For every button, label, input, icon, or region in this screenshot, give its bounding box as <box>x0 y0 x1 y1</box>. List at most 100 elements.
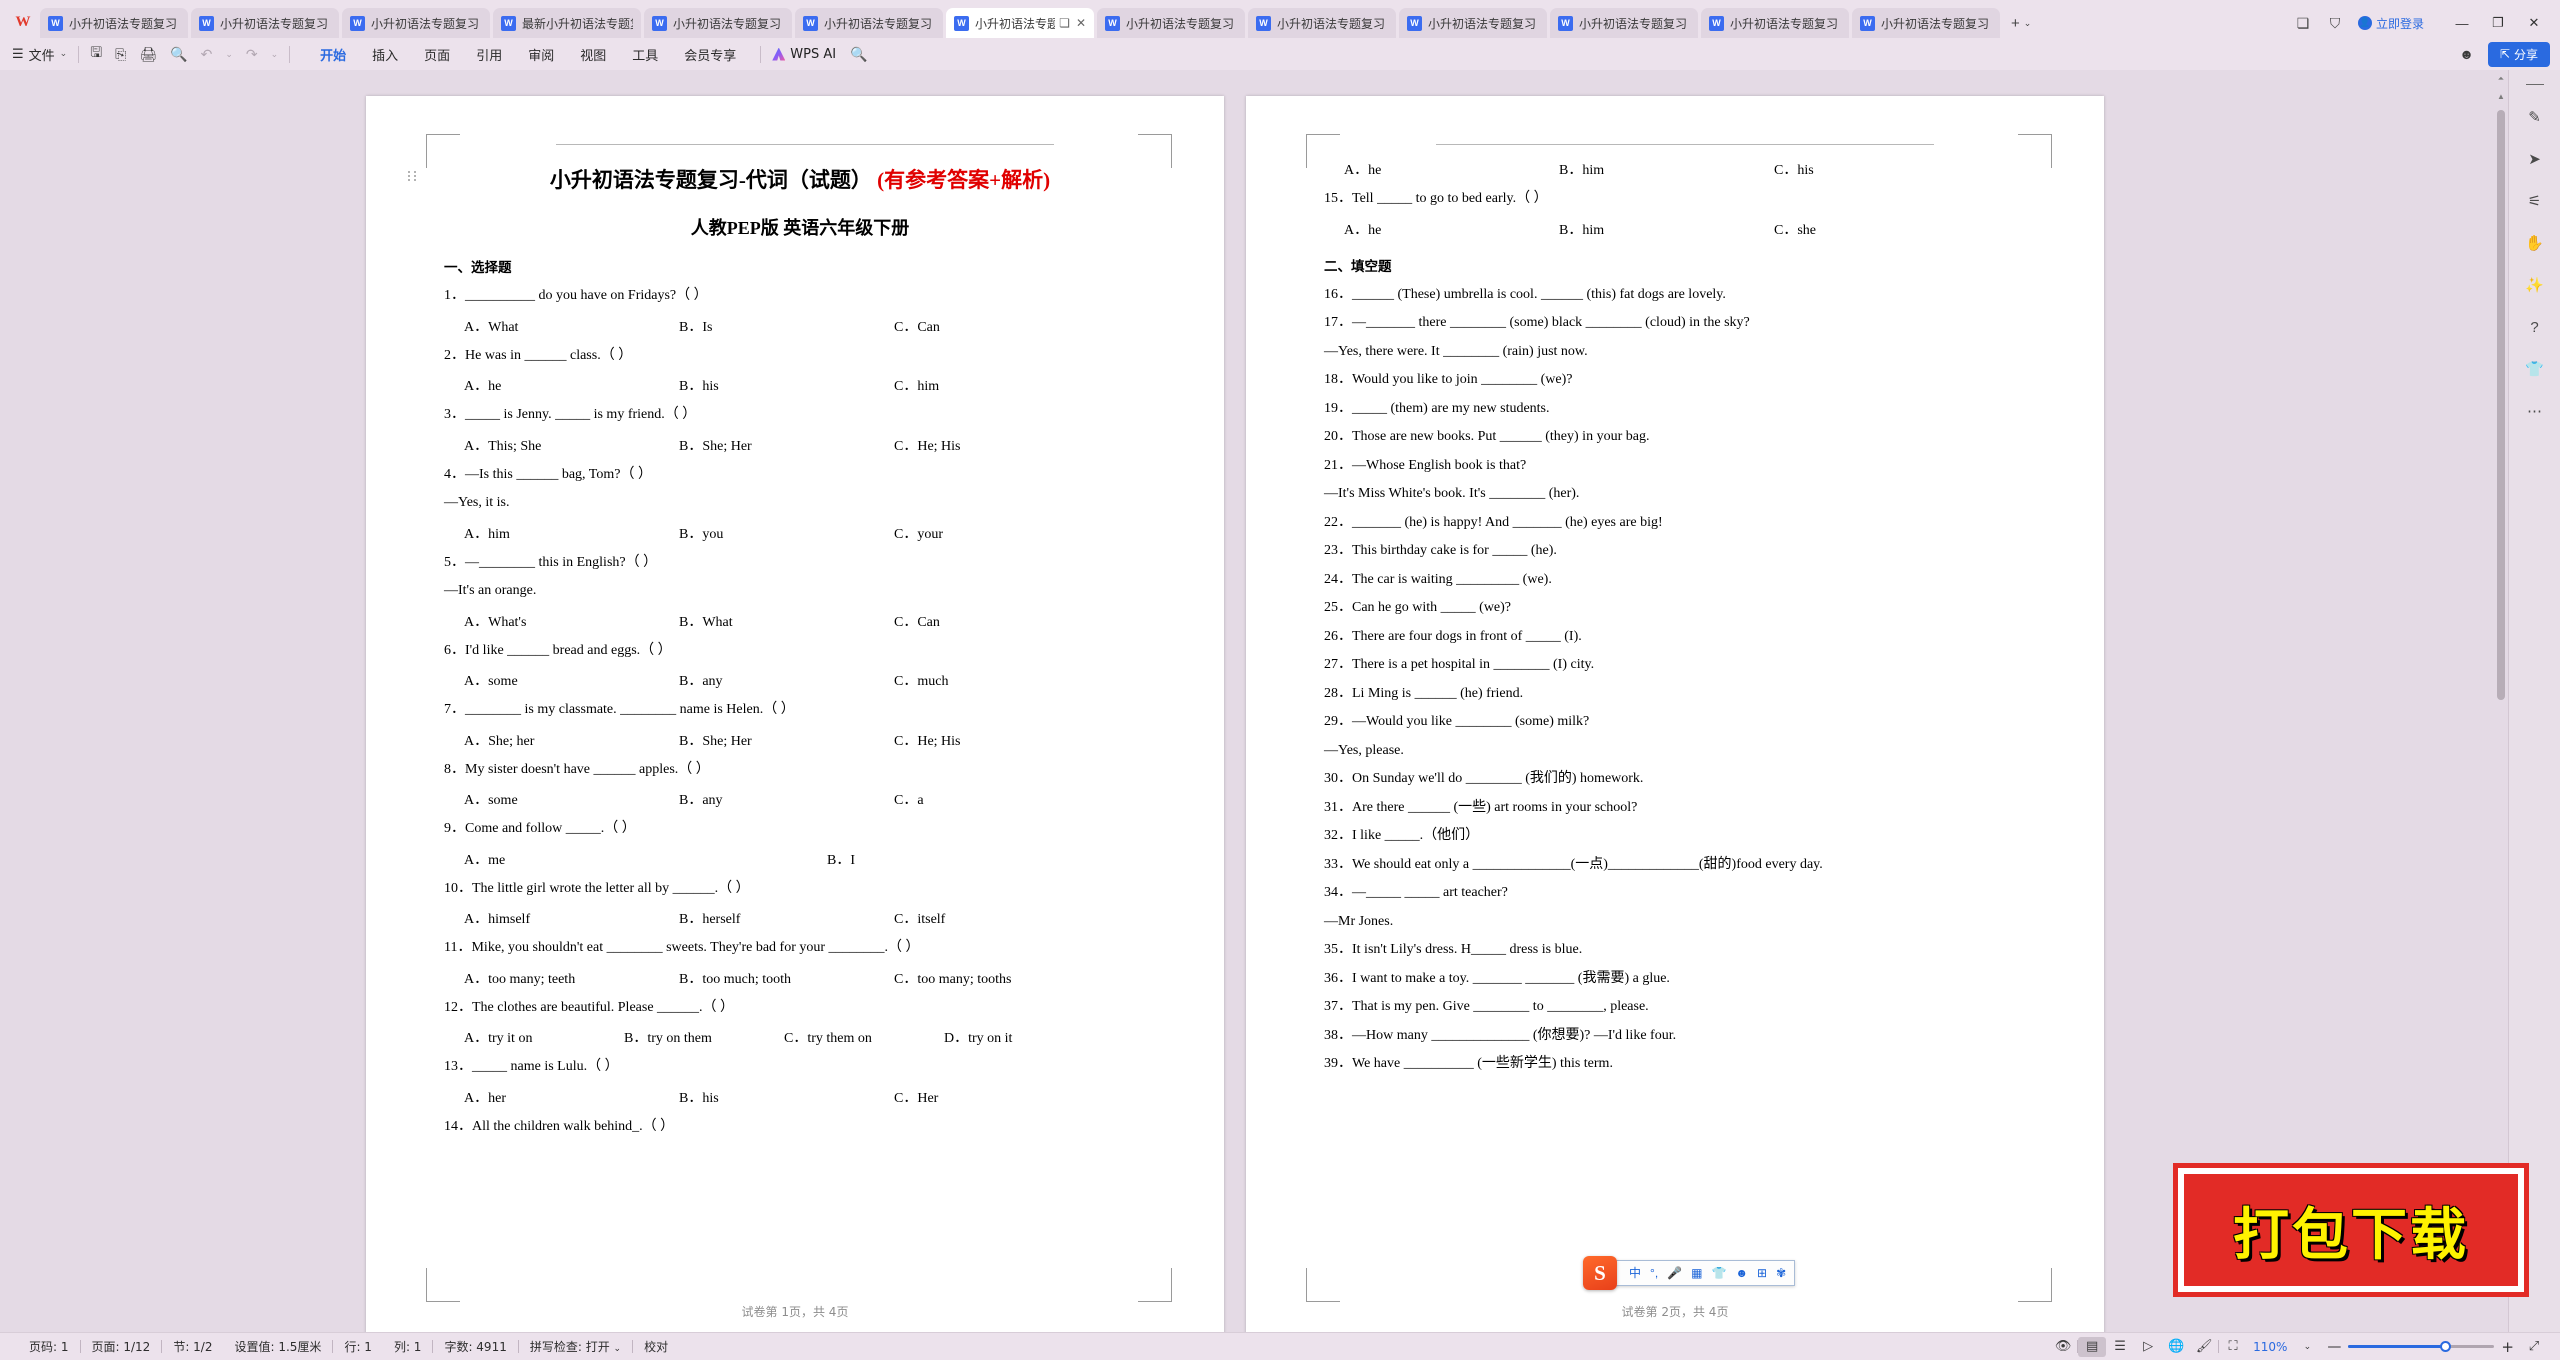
ribbon-tab-4[interactable]: 审阅 <box>515 42 567 67</box>
print-icon[interactable]: 🖨 <box>139 46 157 63</box>
tab-close-icon[interactable]: ✕ <box>1076 17 1086 29</box>
sliders-icon[interactable]: ⚟ <box>2523 191 2547 211</box>
tab-list-icon[interactable]: ❏ <box>2294 15 2312 32</box>
page-view-icon[interactable]: ▤ <box>2078 1336 2107 1357</box>
document-tab[interactable]: W小升初语法专题复习❏✕ <box>1399 8 1547 38</box>
ime-emoji-icon[interactable]: ☻ <box>1735 1267 1748 1279</box>
save-icon[interactable]: 🖫 <box>90 42 102 66</box>
zoom-in-button[interactable]: + <box>2501 1338 2514 1356</box>
plus-icon: + <box>2011 14 2020 32</box>
word-doc-icon: W <box>803 15 818 31</box>
document-tab[interactable]: W小升初语法专题复习❏✕ <box>1248 8 1396 38</box>
download-watermark[interactable]: 打包下载 <box>2173 1163 2529 1297</box>
fit-page-icon[interactable]: ⛶ <box>2219 1337 2247 1357</box>
ribbon-tab-5[interactable]: 视图 <box>567 42 619 67</box>
web-view-icon[interactable]: 🌐 <box>2162 1337 2190 1357</box>
status-view-controls: 👁 ▤ ☰ ▷ 🌐 🖌 ⛶ 110% ⌄ — + ⤢ <box>2049 1336 2560 1357</box>
status-word-count[interactable]: 字数: 4911 <box>433 1338 517 1355</box>
zoom-slider-track[interactable] <box>2348 1341 2495 1352</box>
tab-preview-icon[interactable]: ❏ <box>1059 17 1070 29</box>
zoom-level-label[interactable]: 110% <box>2247 1340 2293 1354</box>
pen-icon[interactable]: ✎ <box>2523 107 2547 127</box>
sogou-logo-icon[interactable]: S <box>1583 1256 1617 1290</box>
ribbon-right-actions: ☻ ⇱ 分享 <box>2459 41 2560 67</box>
ime-skin-icon[interactable]: 👕 <box>1711 1267 1726 1279</box>
comment-icon[interactable]: ☻ <box>2459 46 2474 62</box>
status-proofread[interactable]: 校对 <box>633 1338 679 1355</box>
shield-icon[interactable]: ⛉ <box>2326 15 2344 32</box>
ribbon-tab-3[interactable]: 引用 <box>463 42 515 67</box>
share-button[interactable]: ⇱ 分享 <box>2487 41 2550 67</box>
document-tab[interactable]: W小升初语法专题复习❏✕ <box>191 8 339 38</box>
window-restore-button[interactable]: ❐ <box>2480 8 2516 38</box>
document-tab[interactable]: W小升初语法专题复习❏✕ <box>795 8 943 38</box>
chevron-down-icon: ⌄ <box>2023 17 2032 28</box>
zoom-chevron-icon[interactable]: ⌄ <box>2293 1337 2321 1357</box>
zoom-slider[interactable]: — + <box>2321 1338 2520 1356</box>
fullscreen-icon[interactable]: ⤢ <box>2520 1337 2548 1357</box>
document-tab[interactable]: W小升初语法专题复习❏✕ <box>40 8 188 38</box>
scrollbar-thumb[interactable] <box>2497 110 2505 700</box>
document-page-1[interactable]: 小升初语法专题复习-代词（试题） (有参考答案+解析) 人教PEP版 英语六年级… <box>366 96 1224 1332</box>
zoom-out-button[interactable]: — <box>2327 1339 2341 1355</box>
cloud-save-icon[interactable]: ⎘ <box>115 46 126 63</box>
shirt-icon[interactable]: 👕 <box>2523 359 2547 379</box>
file-menu-button[interactable]: ☰ 文件 ⌄ <box>12 45 67 64</box>
ribbon-tab-7[interactable]: 会员专享 <box>671 42 749 67</box>
zoom-slider-knob[interactable] <box>2440 1341 2452 1352</box>
ime-settings-icon[interactable]: ✾ <box>1776 1267 1786 1279</box>
document-page-2[interactable]: A．he B．him C．his 15．Tell _____ to go to bed… <box>1246 96 2104 1332</box>
print-preview-icon[interactable]: 🔍 <box>170 46 187 63</box>
ime-toolbox-icon[interactable]: ⊞ <box>1757 1267 1767 1279</box>
ribbon-tab-2[interactable]: 页面 <box>411 42 463 67</box>
login-button[interactable]: 👤 立即登录 <box>2357 15 2424 32</box>
question-text: 8．My sister doesn't have ______ apples.（… <box>444 761 710 777</box>
ribbon-tab-0[interactable]: 开始 <box>307 42 359 73</box>
undo-icon[interactable]: ↶ <box>201 46 213 63</box>
option-row: A．he B．his C．him <box>444 375 1156 395</box>
paragraph-drag-handle[interactable] <box>408 168 418 184</box>
document-tab[interactable]: W小升初语法专题复习❏✕ <box>1097 8 1245 38</box>
scroll-top-icon[interactable]: ▲ <box>2494 92 2508 101</box>
option-b: B．you <box>679 526 724 542</box>
magic-wand-icon[interactable]: ✨ <box>2523 275 2547 295</box>
ime-microphone-icon[interactable]: 🎤 <box>1667 1267 1682 1279</box>
ime-keyboard-icon[interactable]: ▦ <box>1691 1267 1702 1279</box>
scroll-up-icon[interactable]: ⏶ <box>2494 74 2508 84</box>
document-tab[interactable]: W小升初语法专题复习❏✕ <box>1550 8 1698 38</box>
eye-icon[interactable]: 👁 <box>2049 1337 2077 1357</box>
ime-toolbar[interactable]: S 中 °, 🎤 ▦ 👕 ☻ ⊞ ✾ <box>1583 1256 1796 1290</box>
page-title: 小升初语法专题复习-代词（试题） (有参考答案+解析) <box>444 164 1156 194</box>
undo-chevron-icon[interactable]: ⌄ <box>225 49 233 60</box>
redo-icon[interactable]: ↷ <box>246 46 258 63</box>
window-close-button[interactable]: ✕ <box>2516 8 2552 38</box>
brush-icon[interactable]: 🖌 <box>2190 1337 2218 1357</box>
more-icon[interactable]: ⋯ <box>2523 401 2547 421</box>
help-icon[interactable]: ? <box>2523 317 2547 337</box>
outline-view-icon[interactable]: ☰ <box>2106 1337 2134 1357</box>
document-tab[interactable]: W小升初语法专题复习❏✕ <box>342 8 490 38</box>
option-row: A．her B．his C．Her <box>444 1087 1156 1107</box>
ime-punctuation-icon[interactable]: °, <box>1650 1267 1658 1279</box>
ribbon-tab-6[interactable]: 工具 <box>619 42 671 67</box>
ribbon-tab-1[interactable]: 插入 <box>359 42 411 67</box>
wps-ai-button[interactable]: WPS AI <box>772 47 836 62</box>
customize-chevron-icon[interactable]: ⌄ <box>271 49 279 60</box>
hand-icon[interactable]: ✋ <box>2523 233 2547 253</box>
option-b: B．She; Her <box>679 733 752 749</box>
search-icon[interactable]: 🔍 <box>850 46 867 63</box>
document-workspace[interactable]: 小升初语法专题复习-代词（试题） (有参考答案+解析) 人教PEP版 英语六年级… <box>0 70 2560 1332</box>
document-tab[interactable]: W小升初语法专题复习❏✕ <box>1852 8 2000 38</box>
document-tab[interactable]: W小升初语法专题复习❏✕ <box>1701 8 1849 38</box>
document-tab[interactable]: W小升初语法专题复习❏✕ <box>946 8 1094 38</box>
new-tab-button[interactable]: + ⌄ <box>2003 8 2039 38</box>
ime-mode-icon[interactable]: 中 <box>1629 1267 1641 1279</box>
document-tab[interactable]: W最新小升初语法专题复习❏✕ <box>493 8 641 38</box>
vertical-scrollbar[interactable]: ⏶ ▲ <box>2494 70 2508 1332</box>
window-minimize-button[interactable]: — <box>2444 8 2480 38</box>
option-a: A．some <box>464 793 518 808</box>
status-spellcheck[interactable]: 拼写检查: 打开 ⌄ <box>519 1338 632 1355</box>
document-tab[interactable]: W小升初语法专题复习❏✕ <box>644 8 792 38</box>
cursor-icon[interactable]: ➤ <box>2523 149 2547 169</box>
presentation-view-icon[interactable]: ▷ <box>2134 1337 2162 1357</box>
